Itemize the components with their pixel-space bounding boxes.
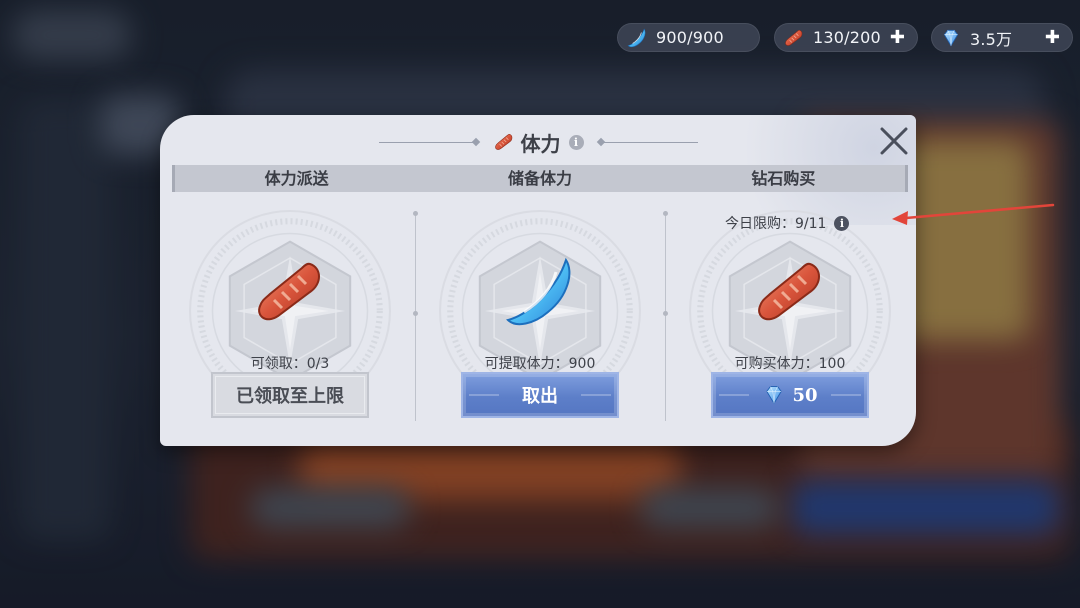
resource-sausage[interactable]: 130/200 ✚ [774, 23, 918, 52]
resource-stamina[interactable]: 900/900 [617, 23, 760, 52]
resource-stamina-value: 900/900 [656, 28, 724, 47]
claim-limit-button[interactable]: 已领取至上限 [211, 372, 369, 418]
annotation-arrow-icon [892, 203, 1055, 225]
dialog-title: 体力 [520, 131, 561, 156]
plus-icon[interactable]: ✚ [890, 28, 905, 48]
column-reserve-stamina: 可提取体力：900 取出 [415, 195, 665, 445]
diamond-icon [940, 27, 962, 49]
withdraw-button[interactable]: 取出 [461, 372, 619, 418]
button-ornament [719, 394, 749, 396]
sausage-icon [250, 252, 330, 332]
sausage-icon [750, 252, 830, 332]
title-ornament-right [599, 141, 698, 143]
info-icon[interactable]: i [834, 215, 850, 231]
stamina-dialog: 体力 i 体力派送 储备体力 钻石购买 可领取：0/3 已领取至上限 可提取体力… [160, 115, 916, 446]
dialog-title-row: 体力 i [160, 127, 916, 157]
sausage-icon [783, 27, 805, 49]
stamina-crystal-icon [626, 27, 648, 49]
resource-diamond-value: 3.5万 [970, 29, 1013, 49]
resource-diamond[interactable]: 3.5万 ✚ [931, 23, 1073, 52]
plus-icon[interactable]: ✚ [1045, 28, 1060, 48]
withdraw-button-label: 取出 [522, 386, 558, 407]
header-daily-delivery: 体力派送 [264, 169, 329, 188]
button-ornament [831, 394, 861, 396]
diamond-price: 50 [792, 384, 818, 406]
header-diamond-purchase: 钻石购买 [751, 169, 816, 188]
claimable-count: 可领取：0/3 [250, 356, 330, 372]
daily-limit-text: 今日限购：9/11 [725, 216, 827, 232]
purchasable-stamina: 可购买体力：100 [734, 356, 846, 372]
diamond-icon [762, 383, 786, 407]
withdrawable-stamina: 可提取体力：900 [484, 356, 596, 372]
close-icon[interactable] [878, 125, 910, 157]
resource-sausage-value: 130/200 [813, 28, 881, 47]
info-icon[interactable]: i [568, 134, 584, 150]
header-reserve-stamina: 储备体力 [507, 169, 572, 188]
daily-purchase-limit: 今日限购：9/11 i [725, 213, 850, 233]
button-ornament [469, 394, 499, 396]
buy-with-diamond-button[interactable]: 50 [711, 372, 869, 418]
column-header-bar: 体力派送 储备体力 钻石购买 [172, 165, 908, 192]
stamina-crystal-icon [500, 252, 580, 332]
sausage-icon [493, 131, 515, 153]
column-daily-delivery: 可领取：0/3 已领取至上限 [165, 195, 415, 445]
button-ornament [581, 394, 611, 396]
title-ornament-left [378, 141, 477, 143]
